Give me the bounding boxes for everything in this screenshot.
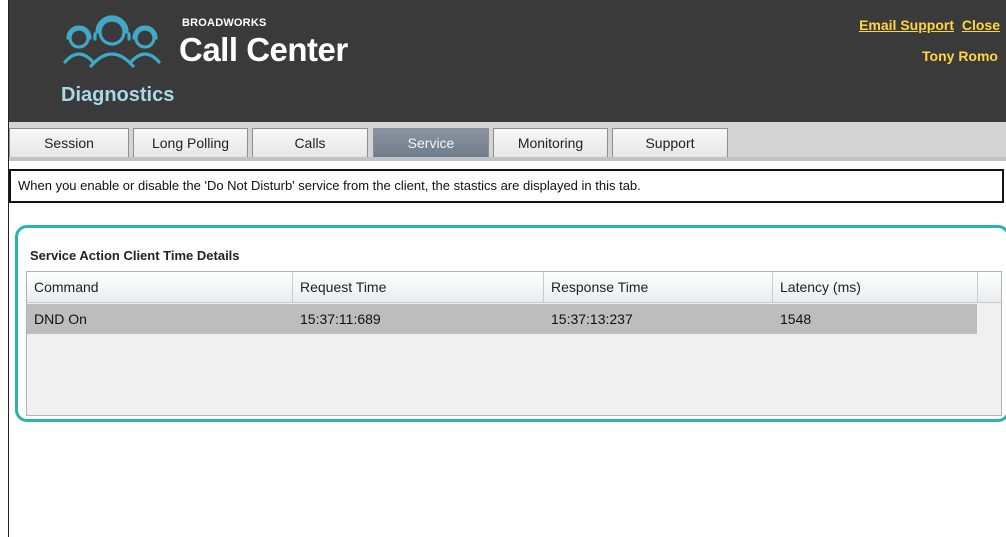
cell-request-time: 15:37:11:689: [300, 311, 381, 327]
table-row[interactable]: DND On 15:37:11:689 15:37:13:237 1548: [27, 304, 977, 334]
tab-long-polling[interactable]: Long Polling: [133, 128, 248, 158]
tab-support[interactable]: Support: [612, 128, 728, 158]
user-name: Tony Romo: [922, 48, 998, 64]
tab-bar-underline: [9, 157, 1006, 161]
column-header-command[interactable]: Command: [27, 272, 293, 302]
email-support-link[interactable]: Email Support: [859, 17, 954, 33]
cell-response-time: 15:37:13:237: [551, 311, 633, 327]
tab-bar: Session Long Polling Calls Service Monit…: [9, 122, 1006, 159]
cell-latency: 1548: [780, 311, 812, 327]
page-subtitle: Diagnostics: [61, 84, 175, 106]
column-header-response-time[interactable]: Response Time: [544, 272, 773, 302]
agents-headset-icon: [63, 15, 161, 68]
app-title: Call Center: [179, 31, 348, 68]
table-header: Command Request Time Response Time Laten…: [27, 272, 977, 303]
table-header-corner: [977, 272, 1001, 303]
service-action-table: Command Request Time Response Time Laten…: [26, 271, 1002, 416]
header-links: Email Support Close: [859, 17, 1000, 33]
close-link[interactable]: Close: [962, 17, 1000, 33]
column-header-latency[interactable]: Latency (ms): [773, 272, 977, 302]
brand-small-text: BROADWORKS: [182, 17, 267, 29]
info-message: When you enable or disable the 'Do Not D…: [9, 169, 1004, 203]
service-details-panel: Service Action Client Time Details Comma…: [15, 225, 1006, 422]
tab-session[interactable]: Session: [9, 128, 129, 158]
panel-title: Service Action Client Time Details: [30, 248, 240, 263]
tab-monitoring[interactable]: Monitoring: [493, 128, 608, 158]
app-header: BROADWORKS Call Center Diagnostics Email…: [9, 0, 1006, 122]
cell-command: DND On: [34, 311, 87, 327]
tab-calls[interactable]: Calls: [252, 128, 368, 158]
tab-service[interactable]: Service: [373, 128, 489, 158]
column-header-request-time[interactable]: Request Time: [293, 272, 544, 302]
